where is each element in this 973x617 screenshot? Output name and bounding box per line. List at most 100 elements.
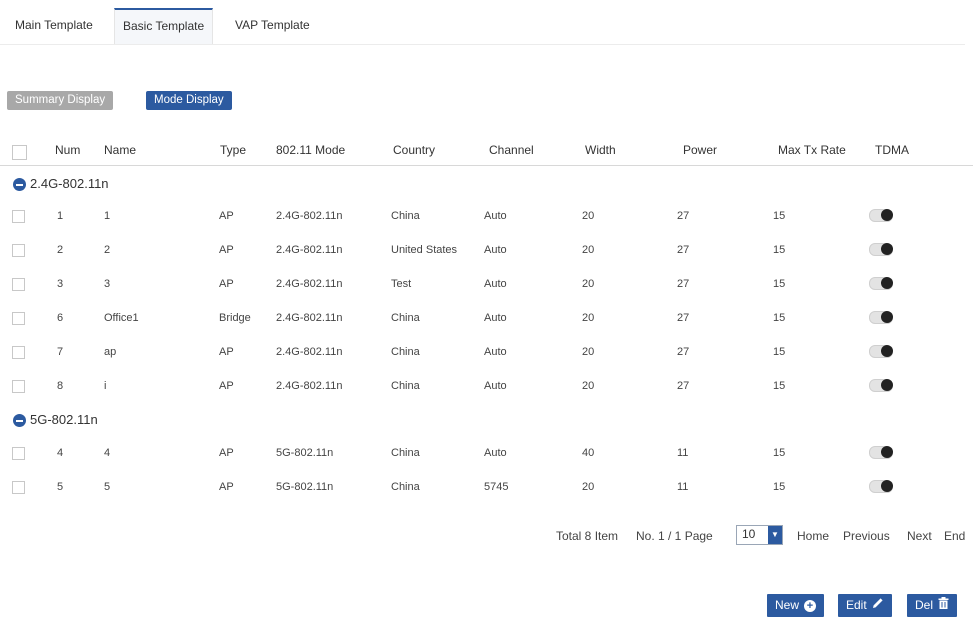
tab-vap-template[interactable]: VAP Template: [227, 10, 318, 44]
cell-type: AP: [219, 210, 234, 222]
cell-max-tx-rate: 15: [773, 312, 786, 324]
table-row[interactable]: 2 2 AP 2.4G-802.11n United States Auto 2…: [0, 234, 973, 268]
tdma-toggle[interactable]: [869, 345, 893, 358]
col-num: Num: [55, 143, 81, 157]
cell-power: 27: [677, 312, 690, 324]
template-tabs: Main Template Basic Template VAP Templat…: [0, 4, 965, 45]
cell-mode: 2.4G-802.11n: [276, 244, 343, 256]
group-header-2-4g: 2.4G-802.11n: [0, 173, 973, 197]
row-checkbox[interactable]: [12, 346, 25, 359]
cell-type: Bridge: [219, 312, 251, 324]
cell-name: 5: [104, 481, 111, 493]
pager-next-link[interactable]: Next: [907, 527, 932, 545]
cell-country: China: [391, 210, 420, 222]
tdma-toggle[interactable]: [869, 311, 893, 324]
cell-num: 4: [57, 447, 64, 459]
cell-width: 40: [582, 447, 595, 459]
table-row[interactable]: 5 5 AP 5G-802.11n China 5745 20 11 15: [0, 471, 973, 505]
edit-button[interactable]: Edit: [838, 594, 892, 617]
table-row[interactable]: 4 4 AP 5G-802.11n China Auto 40 11 15: [0, 437, 973, 471]
col-mode: 802.11 Mode: [276, 143, 346, 157]
group-label: 2.4G-802.11n: [30, 176, 109, 191]
cell-max-tx-rate: 15: [773, 346, 786, 358]
minus-circle-icon[interactable]: [13, 414, 26, 427]
toggle-knob: [881, 311, 893, 323]
cell-country: China: [391, 380, 420, 392]
toggle-knob: [881, 345, 893, 357]
col-name: Name: [104, 143, 137, 157]
cell-name: 1: [104, 210, 111, 222]
mode-display-button[interactable]: Mode Display: [146, 91, 232, 110]
minus-circle-icon[interactable]: [13, 178, 26, 191]
trash-icon: [938, 594, 949, 617]
total-items: Total 8 Item: [556, 529, 619, 543]
tdma-toggle[interactable]: [869, 379, 893, 392]
table-header: Num Name Type 802.11 Mode Country Channe…: [0, 139, 973, 166]
cell-num: 3: [57, 278, 64, 290]
pager-home-link[interactable]: Home: [797, 527, 829, 545]
toggle-knob: [881, 446, 893, 458]
pencil-icon: [872, 594, 884, 617]
tdma-toggle[interactable]: [869, 480, 893, 493]
col-max-tx-rate: Max Tx Rate: [778, 143, 846, 157]
row-checkbox[interactable]: [12, 447, 25, 460]
summary-display-button[interactable]: Summary Display: [7, 91, 114, 110]
table-row[interactable]: 3 3 AP 2.4G-802.11n Test Auto 20 27 15: [0, 268, 973, 302]
table-row[interactable]: 6 Office1 Bridge 2.4G-802.11n China Auto…: [0, 302, 973, 336]
del-button[interactable]: Del: [907, 594, 958, 617]
cell-channel: Auto: [484, 346, 507, 358]
tab-main-template[interactable]: Main Template: [7, 10, 101, 44]
cell-type: AP: [219, 380, 234, 392]
chevron-down-icon[interactable]: ▼: [768, 526, 782, 544]
tdma-toggle[interactable]: [869, 209, 893, 222]
tab-basic-template[interactable]: Basic Template: [114, 8, 214, 44]
tdma-toggle[interactable]: [869, 446, 893, 459]
cell-type: AP: [219, 481, 234, 493]
pager-end-link[interactable]: End: [944, 527, 965, 545]
group-label: 5G-802.11n: [30, 412, 98, 427]
cell-channel: Auto: [484, 210, 507, 222]
cell-num: 7: [57, 346, 64, 358]
group-header-5g: 5G-802.11n: [0, 409, 973, 433]
cell-power: 27: [677, 380, 690, 392]
row-checkbox[interactable]: [12, 312, 25, 325]
cell-channel: Auto: [484, 278, 507, 290]
new-button[interactable]: New +: [767, 594, 825, 617]
row-checkbox[interactable]: [12, 380, 25, 393]
col-tdma: TDMA: [875, 143, 909, 157]
cell-mode: 2.4G-802.11n: [276, 380, 343, 392]
cell-type: AP: [219, 244, 234, 256]
row-checkbox[interactable]: [12, 244, 25, 257]
tdma-toggle[interactable]: [869, 277, 893, 290]
pager-previous-link[interactable]: Previous: [843, 527, 890, 545]
cell-name: 3: [104, 278, 111, 290]
page-size-select[interactable]: 10 ▼: [736, 525, 783, 545]
col-country: Country: [393, 143, 436, 157]
del-button-label: Del: [915, 598, 934, 612]
table-row[interactable]: 1 1 AP 2.4G-802.11n China Auto 20 27 15: [0, 200, 973, 234]
col-channel: Channel: [489, 143, 534, 157]
cell-width: 20: [582, 210, 595, 222]
cell-mode: 5G-802.11n: [276, 481, 334, 493]
cell-country: China: [391, 346, 420, 358]
table-row[interactable]: 7 ap AP 2.4G-802.11n China Auto 20 27 15: [0, 336, 973, 370]
row-checkbox[interactable]: [12, 481, 25, 494]
toggle-knob: [881, 209, 893, 221]
new-button-label: New: [775, 598, 800, 612]
row-checkbox[interactable]: [12, 278, 25, 291]
table-row[interactable]: 8 i AP 2.4G-802.11n China Auto 20 27 15: [0, 370, 973, 404]
cell-width: 20: [582, 380, 595, 392]
cell-max-tx-rate: 15: [773, 244, 786, 256]
cell-type: AP: [219, 447, 234, 459]
cell-channel: Auto: [484, 447, 507, 459]
cell-width: 20: [582, 481, 595, 493]
tdma-toggle[interactable]: [869, 243, 893, 256]
col-width: Width: [585, 143, 616, 157]
row-checkbox[interactable]: [12, 210, 25, 223]
cell-power: 11: [677, 447, 689, 459]
cell-mode: 5G-802.11n: [276, 447, 334, 459]
cell-country: China: [391, 312, 420, 324]
cell-name: Office1: [104, 312, 139, 324]
select-all-checkbox[interactable]: [12, 145, 27, 160]
cell-mode: 2.4G-802.11n: [276, 278, 343, 290]
